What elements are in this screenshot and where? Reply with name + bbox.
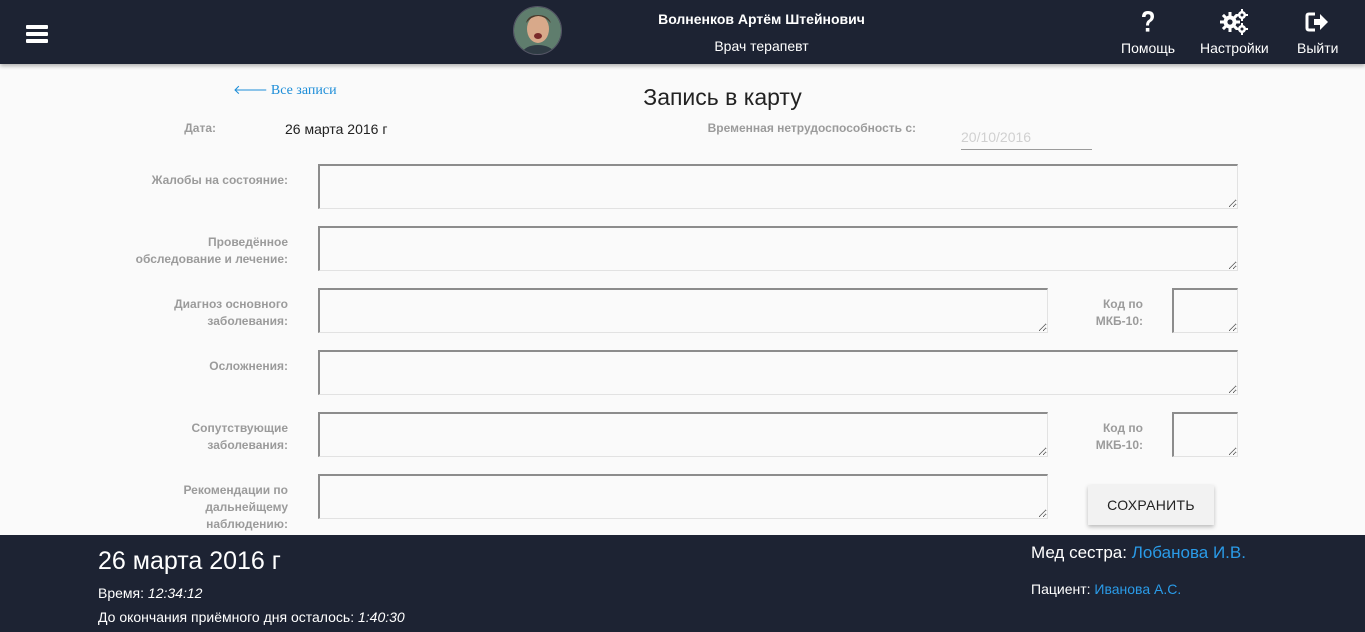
icd-label-2: Код по МКБ-10: [1095, 421, 1143, 452]
exam-label: Проведённое обследование и лечение: [135, 235, 288, 266]
time-label: Время: [98, 585, 145, 601]
nurse-info: Мед сестра: Лобанова И.В. [1031, 543, 1246, 563]
status-footer: 26 марта 2016 г Время: 12:34:12 До оконч… [0, 535, 1365, 632]
doctor-name: Волненков Артём Штейнович [658, 11, 865, 27]
disability-label: Временная нетрудоспособность с: [707, 121, 916, 135]
remaining-label: До окончания приёмного дня осталось: [98, 609, 355, 625]
complications-field[interactable] [318, 350, 1238, 395]
complaints-label: Жалобы на состояние: [151, 173, 288, 187]
menu-icon[interactable] [26, 25, 48, 43]
top-header: Волненков Артём Штейнович Врач терапевт … [0, 0, 1365, 64]
all-records-label: Все записи [270, 83, 337, 98]
icd-code-field-2[interactable] [1172, 412, 1238, 457]
help-button[interactable]: Помощь [1121, 8, 1175, 56]
remaining-value: 1:40:30 [357, 609, 405, 625]
doctor-role: Врач терапевт [714, 38, 809, 54]
icd-label: Код по МКБ-10: [1095, 297, 1143, 328]
time-value: 12:34:12 [147, 585, 203, 601]
date-value: 26 марта 2016 г [285, 121, 388, 137]
diagnosis-field[interactable] [318, 288, 1048, 333]
question-icon [1142, 11, 1155, 32]
exam-field[interactable] [318, 226, 1238, 271]
avatar [513, 6, 562, 55]
logout-label: Выйти [1297, 40, 1339, 56]
date-label: Дата: [184, 121, 216, 135]
page-title: Запись в карту [643, 84, 802, 110]
concomitant-label: Сопутствующие заболевания: [191, 421, 288, 452]
help-label: Помощь [1121, 40, 1176, 56]
concomitant-field[interactable] [318, 412, 1048, 457]
disability-date-input[interactable] [961, 124, 1092, 150]
settings-label: Настройки [1200, 40, 1269, 56]
settings-button[interactable]: Настройки [1200, 8, 1269, 56]
nurse-label: Мед сестра: [1031, 543, 1127, 562]
logout-button[interactable]: Выйти [1297, 8, 1338, 56]
patient-info: Пациент: Иванова А.С. [1031, 581, 1181, 597]
all-records-link[interactable]: 🡐 Все записи [233, 82, 337, 99]
footer-time: Время: 12:34:12 [98, 585, 202, 601]
patient-name-link[interactable]: Иванова А.С. [1094, 581, 1181, 597]
arrow-left-icon: 🡐 [233, 83, 268, 98]
gears-icon [1220, 9, 1249, 35]
footer-remaining: До окончания приёмного дня осталось: 1:4… [98, 609, 405, 625]
complications-label: Осложнения: [209, 359, 288, 373]
recommendations-field[interactable] [318, 474, 1048, 519]
save-button[interactable]: СОХРАНИТЬ [1088, 485, 1214, 525]
icd-code-field[interactable] [1172, 288, 1238, 333]
footer-date: 26 марта 2016 г [98, 547, 281, 575]
nurse-name-link[interactable]: Лобанова И.В. [1132, 543, 1246, 562]
recommendations-label: Рекомендации по дальнейщему наблюдению: [183, 483, 288, 531]
diagnosis-label: Диагноз основного заболевания: [174, 297, 288, 328]
complaints-field[interactable] [318, 164, 1238, 209]
patient-label: Пациент: [1031, 581, 1091, 597]
sign-out-icon [1305, 12, 1328, 32]
